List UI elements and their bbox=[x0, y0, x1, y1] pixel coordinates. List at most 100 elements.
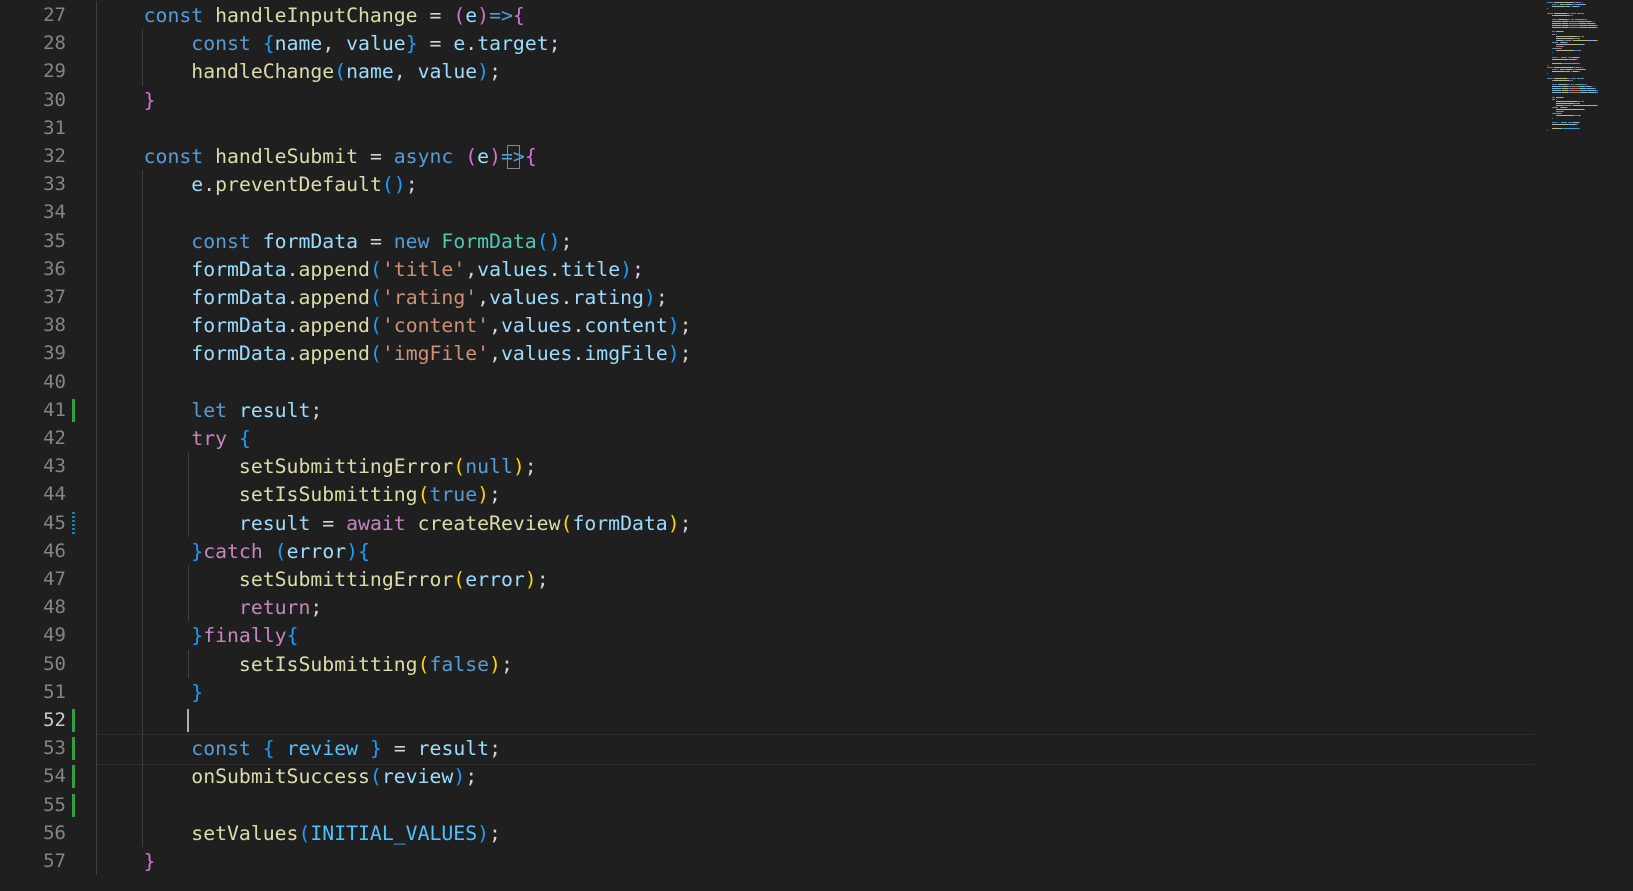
code-line[interactable]: 53 const { review } = result; bbox=[0, 734, 1633, 763]
code-token: e bbox=[453, 32, 466, 56]
line-code: const handleSubmit = async (e)=>{ bbox=[96, 142, 537, 171]
minimap-mark bbox=[1552, 48, 1561, 50]
code-token: review bbox=[381, 765, 454, 789]
minimap-mark bbox=[1579, 62, 1581, 64]
code-line[interactable]: 50 setIsSubmitting(false); bbox=[0, 650, 1633, 679]
code-line[interactable]: 57 } bbox=[0, 847, 1633, 876]
code-token: ( bbox=[453, 4, 466, 27]
minimap-mark bbox=[1569, 90, 1580, 92]
code-line[interactable]: 43 setSubmittingError(null); bbox=[0, 452, 1633, 481]
line-code: formData.append('content',values.content… bbox=[96, 311, 691, 340]
code-line[interactable]: 28 const {name, value} = e.target; bbox=[0, 29, 1633, 58]
code-token: handleSubmit bbox=[215, 145, 359, 168]
code-token: setIsSubmitting bbox=[238, 483, 418, 507]
code-line[interactable]: 35 const formData = new FormData(); bbox=[0, 227, 1633, 256]
code-line[interactable]: 33 e.preventDefault(); bbox=[0, 170, 1633, 199]
code-token: setSubmittingError bbox=[238, 568, 454, 591]
gutter-change-added[interactable] bbox=[72, 737, 75, 761]
code-line[interactable]: 41 let result; bbox=[0, 396, 1633, 425]
code-line[interactable]: 36 formData.append('title',values.title)… bbox=[0, 255, 1633, 284]
line-number: 50 bbox=[43, 652, 66, 675]
code-line[interactable]: 30 } bbox=[0, 86, 1633, 115]
code-line[interactable]: 45 result = await createReview(formData)… bbox=[0, 509, 1633, 538]
code-token: ) bbox=[489, 145, 501, 168]
code-token: ) bbox=[477, 821, 490, 845]
line-number: 53 bbox=[43, 737, 66, 760]
code-line[interactable]: 27 const handleInputChange = (e)=>{ bbox=[0, 1, 1633, 30]
gutter-change-added[interactable] bbox=[72, 793, 75, 817]
code-token: finally bbox=[203, 624, 287, 648]
minimap-mark bbox=[1574, 83, 1584, 85]
minimap-mark bbox=[1570, 83, 1574, 85]
code-line[interactable]: 44 setIsSubmitting(true); bbox=[0, 480, 1633, 509]
minimap-mark bbox=[1547, 65, 1549, 66]
code-line[interactable]: 40 bbox=[0, 368, 1633, 397]
minimap-mark bbox=[1547, 12, 1553, 14]
code-line[interactable]: 34 bbox=[0, 198, 1633, 227]
code-line[interactable]: 47 setSubmittingError(error); bbox=[0, 565, 1633, 594]
line-number: 40 bbox=[43, 370, 66, 393]
minimap-mark bbox=[1561, 25, 1569, 27]
code-token: content bbox=[584, 314, 668, 338]
code-token: { bbox=[262, 32, 275, 56]
line-code: const formData = new FormData(); bbox=[96, 227, 572, 256]
code-token: ) bbox=[667, 511, 680, 535]
code-token: , bbox=[489, 342, 501, 366]
code-line[interactable]: 38 formData.append('content',values.cont… bbox=[0, 311, 1633, 340]
code-token: 'rating' bbox=[381, 286, 478, 309]
code-line[interactable]: 29 handleChange(name, value); bbox=[0, 57, 1633, 86]
code-line[interactable]: 32 const handleSubmit = async (e)=>{ bbox=[0, 142, 1633, 171]
code-line[interactable]: 49 }finally{ bbox=[0, 621, 1633, 650]
minimap-mark bbox=[1552, 41, 1559, 43]
code-token: ) bbox=[346, 539, 359, 563]
minimap-mark bbox=[1587, 88, 1594, 90]
code-line[interactable]: 39 formData.append('imgFile',values.imgF… bbox=[0, 339, 1633, 368]
line-number: 57 bbox=[43, 850, 66, 872]
code-token: ( bbox=[334, 60, 347, 84]
minimap-mark bbox=[1561, 27, 1569, 29]
scrollbar-thumb[interactable] bbox=[1622, 0, 1633, 140]
minimap-mark bbox=[1578, 69, 1585, 71]
gutter-change-added[interactable] bbox=[72, 398, 75, 422]
minimap-mark bbox=[1556, 31, 1563, 33]
minimap-mark bbox=[1570, 12, 1576, 14]
code-line[interactable]: 51 } bbox=[0, 678, 1633, 707]
line-number: 29 bbox=[43, 60, 66, 83]
line-number: 52 bbox=[43, 709, 66, 731]
line-number: 39 bbox=[43, 342, 66, 365]
line-number: 48 bbox=[43, 596, 66, 619]
minimap-mark bbox=[1571, 14, 1573, 16]
code-token: . bbox=[286, 286, 299, 309]
code-token: createReview bbox=[417, 511, 561, 535]
code-token: , bbox=[465, 257, 478, 281]
gutter-change-added[interactable] bbox=[72, 765, 75, 789]
code-token: const bbox=[143, 4, 204, 27]
code-line[interactable]: 48 return; bbox=[0, 593, 1633, 622]
code-line[interactable]: 52 bbox=[0, 706, 1633, 735]
code-line[interactable]: 42 try { bbox=[0, 424, 1633, 453]
minimap-mark bbox=[1572, 104, 1586, 106]
minimap-mark bbox=[1582, 12, 1584, 14]
minimap-mark bbox=[1551, 18, 1558, 20]
code-line[interactable]: 31 bbox=[0, 114, 1633, 143]
code-line[interactable]: 55 bbox=[0, 791, 1633, 820]
code-token: values bbox=[500, 314, 573, 338]
code-line[interactable]: 56 setValues(INITIAL_VALUES); bbox=[0, 819, 1633, 848]
code-token: . bbox=[572, 314, 585, 338]
gutter-change-added[interactable] bbox=[72, 709, 75, 732]
code-line[interactable]: 46 }catch (error){ bbox=[0, 537, 1633, 566]
minimap[interactable] bbox=[1535, 0, 1633, 891]
code-token: ( bbox=[369, 286, 382, 309]
minimap-mark bbox=[1579, 88, 1586, 90]
minimap-mark bbox=[1547, 8, 1549, 10]
minimap-mark bbox=[1569, 92, 1580, 94]
gutter-change-modified[interactable] bbox=[72, 511, 75, 535]
code-line[interactable]: 37 formData.append('rating',values.ratin… bbox=[0, 283, 1633, 312]
code-line[interactable]: 54 onSubmitSuccess(review); bbox=[0, 762, 1633, 791]
line-code: setIsSubmitting(true); bbox=[96, 480, 501, 509]
code-editor[interactable]: 27 const handleInputChange = (e)=>{28 co… bbox=[0, 0, 1633, 891]
